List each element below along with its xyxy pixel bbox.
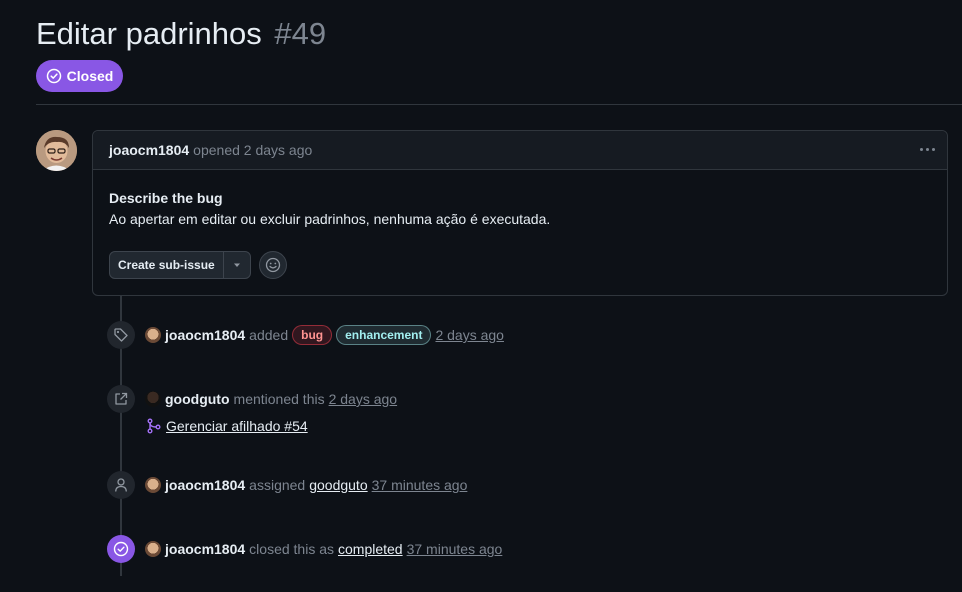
comment-text: Ao apertar em editar ou excluir padrinho… xyxy=(109,211,551,227)
comment-options-icon[interactable] xyxy=(917,139,937,159)
tag-icon xyxy=(114,328,128,342)
label-bug[interactable]: bug xyxy=(292,325,333,345)
event-action-text: closed this as xyxy=(249,541,334,557)
avatar[interactable] xyxy=(145,541,161,557)
comment-heading: Describe the bug xyxy=(109,190,223,206)
issue-state-label: Closed xyxy=(66,68,114,84)
event-icon-container xyxy=(107,471,135,499)
cross-reference-icon xyxy=(115,392,128,405)
timeline-event-closed: joaocm1804 closed this as completed 37 m… xyxy=(107,535,502,563)
create-sub-issue-button[interactable]: Create sub-issue xyxy=(110,252,223,278)
comment-actions: Create sub-issue xyxy=(109,251,287,279)
avatar[interactable] xyxy=(145,477,161,493)
smiley-icon xyxy=(265,257,280,273)
event-icon-container xyxy=(107,385,135,413)
event-action-text: assigned xyxy=(249,477,306,493)
event-timestamp-link[interactable]: 37 minutes ago xyxy=(407,541,503,557)
event-timestamp-link[interactable]: 37 minutes ago xyxy=(372,477,468,493)
referenced-pull-request-link[interactable]: Gerenciar afilhado #54 xyxy=(166,418,308,434)
sub-issue-dropdown-button[interactable] xyxy=(222,252,250,278)
event-author-link[interactable]: joaocm1804 xyxy=(165,327,245,343)
create-sub-issue-split-button: Create sub-issue xyxy=(109,251,251,279)
event-action-text: mentioned this xyxy=(233,391,325,407)
event-author-link[interactable]: joaocm1804 xyxy=(165,541,245,557)
comment-header: joaocm1804 opened 2 days ago xyxy=(93,131,947,170)
check-circle-icon xyxy=(113,541,129,557)
cross-reference-row: Gerenciar afilhado #54 xyxy=(146,418,308,434)
avatar[interactable] xyxy=(145,391,161,407)
event-timestamp-link[interactable]: 2 days ago xyxy=(329,391,398,407)
close-reason-link[interactable]: completed xyxy=(338,541,403,557)
person-icon xyxy=(115,478,127,492)
issue-title-text: Editar padrinhos xyxy=(36,16,262,51)
add-reaction-button[interactable] xyxy=(258,251,287,279)
issue-state-badge: Closed xyxy=(36,60,123,92)
event-author-link[interactable]: goodguto xyxy=(165,391,230,407)
comment-body: Describe the bug Ao apertar em editar ou… xyxy=(93,170,947,230)
event-icon-container xyxy=(107,535,135,563)
assignee-link[interactable]: goodguto xyxy=(309,477,367,493)
event-icon-container xyxy=(107,321,135,349)
header-divider xyxy=(36,104,962,105)
triangle-down-icon xyxy=(233,263,240,267)
comment-author-link[interactable]: joaocm1804 xyxy=(109,142,189,158)
event-author-link[interactable]: joaocm1804 xyxy=(165,477,245,493)
event-timestamp-link[interactable]: 2 days ago xyxy=(435,327,504,343)
issue-comment: joaocm1804 opened 2 days ago Describe th… xyxy=(92,130,948,296)
issue-title: Editar padrinhos #49 xyxy=(36,14,326,54)
avatar-image xyxy=(36,130,77,171)
issue-number: #49 xyxy=(274,16,327,51)
avatar[interactable] xyxy=(145,327,161,343)
avatar[interactable] xyxy=(36,130,77,171)
label-enhancement[interactable]: enhancement xyxy=(336,325,432,345)
git-merge-icon xyxy=(147,418,161,434)
event-action-text: added xyxy=(249,327,289,343)
timeline-event-labeled: joaocm1804 added bug enhancement 2 days … xyxy=(107,321,504,349)
check-circle-icon xyxy=(46,68,61,84)
comment-meta: opened 2 days ago xyxy=(193,142,313,158)
timeline-event-mentioned: goodguto mentioned this 2 days ago xyxy=(107,385,397,413)
timeline-event-assigned: joaocm1804 assigned goodguto 37 minutes … xyxy=(107,471,467,499)
